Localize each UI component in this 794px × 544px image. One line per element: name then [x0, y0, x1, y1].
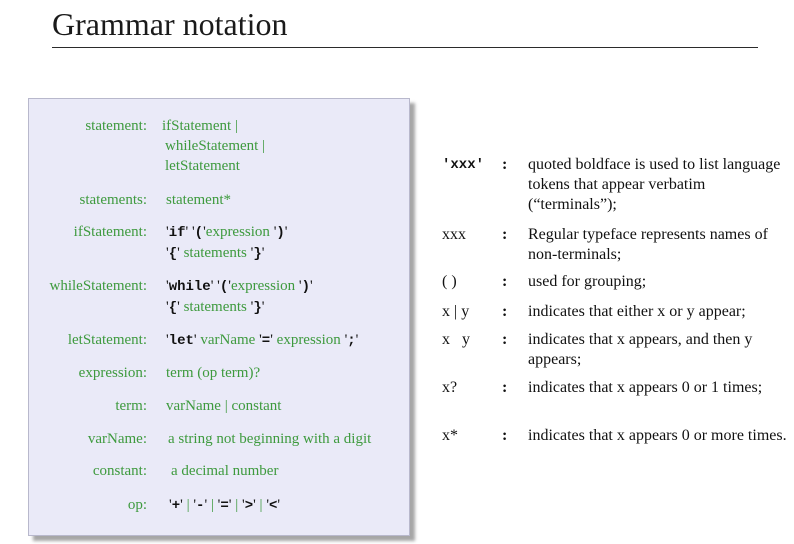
- rule-def-statement: ifStatement | whileStatement | letStatem…: [162, 116, 265, 176]
- page-title: Grammar notation: [52, 6, 288, 42]
- legend-symbol: xxx: [442, 226, 466, 243]
- rule-alt-whilestatement: whileStatement |: [165, 138, 266, 154]
- token-lparen: (: [194, 225, 204, 241]
- rule-alt-ifstatement: ifStatement |: [162, 118, 238, 134]
- rule-def-term: varName | constant: [166, 398, 282, 414]
- rule-def-op: '+' | '-' | '=' | '>' | '<': [169, 497, 281, 514]
- rule-alt-letstatement: letStatement: [165, 158, 240, 174]
- rule-def-ifstatement: 'if' '('expression ')' '{' statements '}…: [166, 224, 288, 262]
- rule-label-varname: varName:: [87, 431, 147, 447]
- grammar-panel: statement: ifStatement | whileStatement …: [28, 98, 410, 536]
- nonterminal-expression: expression: [276, 332, 341, 348]
- token-rparen: ): [301, 279, 310, 295]
- legend-symbol: x | y: [442, 303, 470, 320]
- legend-description: used for grouping;: [528, 273, 647, 290]
- legend-description: Regular typeface represents names of non…: [528, 226, 768, 263]
- token-if: if: [168, 225, 186, 241]
- token-rbrace: }: [253, 300, 262, 316]
- rule-def-letstatement: 'let' varName '=' expression ';': [166, 332, 359, 349]
- nonterminal-varname: varName: [200, 332, 256, 348]
- rule-label-whilestatement: whileStatement:: [49, 278, 147, 294]
- legend-colon: :: [502, 156, 508, 173]
- rule-label-letstatement: letStatement:: [67, 332, 147, 348]
- rule-def-expression: term (op term)?: [166, 365, 261, 381]
- rule-def-statements: statement*: [166, 192, 231, 208]
- token-lbrace: {: [168, 300, 178, 316]
- rule-label-ifstatement: ifStatement:: [73, 224, 147, 240]
- legend-colon: :: [502, 226, 508, 243]
- token-equals: =: [220, 498, 229, 514]
- legend-colon: :: [502, 427, 508, 444]
- nonterminal-statements: statements: [183, 299, 247, 315]
- token-semicolon: ;: [347, 333, 356, 349]
- token-rparen: ): [276, 225, 285, 241]
- legend-description: indicates that x appears 0 or more times…: [528, 427, 787, 444]
- legend-symbol: 'xxx': [442, 157, 485, 173]
- legend-symbol: x?: [442, 379, 458, 396]
- rule-def-whilestatement: 'while' '('expression ')' '{' statements…: [166, 278, 313, 316]
- title-divider: [52, 47, 758, 48]
- nonterminal-expression: expression: [230, 278, 296, 294]
- token-while: while: [168, 279, 211, 295]
- token-let: let: [168, 333, 194, 349]
- legend-symbol: x*: [442, 427, 458, 444]
- legend-description: indicates that x appears 0 or 1 times;: [528, 379, 763, 396]
- rule-label-statement: statement:: [85, 118, 147, 134]
- nonterminal-expression: expression: [205, 224, 270, 240]
- rule-def-constant: a decimal number: [171, 463, 279, 479]
- token-rbrace: }: [253, 246, 262, 262]
- rule-label-expression: expression:: [78, 365, 147, 381]
- rule-label-op: op:: [127, 497, 147, 513]
- legend-symbol: x y: [442, 331, 470, 348]
- rule-def-varname: a string not beginning with a digit: [168, 431, 372, 447]
- token-lbrace: {: [168, 246, 178, 262]
- token-greater-than: >: [244, 498, 254, 514]
- legend-colon: :: [502, 331, 508, 348]
- legend-description: quoted boldface is used to list language…: [528, 156, 781, 213]
- legend-colon: :: [502, 379, 508, 396]
- nonterminal-statements: statements: [183, 245, 247, 261]
- legend-description: indicates that x appears, and then y app…: [528, 331, 753, 368]
- legend-symbol: ( ): [442, 273, 457, 290]
- legend-colon: :: [502, 273, 508, 290]
- rule-label-term: term:: [115, 398, 147, 414]
- legend-description: indicates that either x or y appear;: [528, 303, 746, 320]
- legend-colon: :: [502, 303, 508, 320]
- rule-label-statements: statements:: [79, 192, 148, 208]
- token-equals: =: [261, 333, 271, 349]
- rule-label-constant: constant:: [92, 463, 147, 479]
- token-plus: +: [171, 498, 181, 514]
